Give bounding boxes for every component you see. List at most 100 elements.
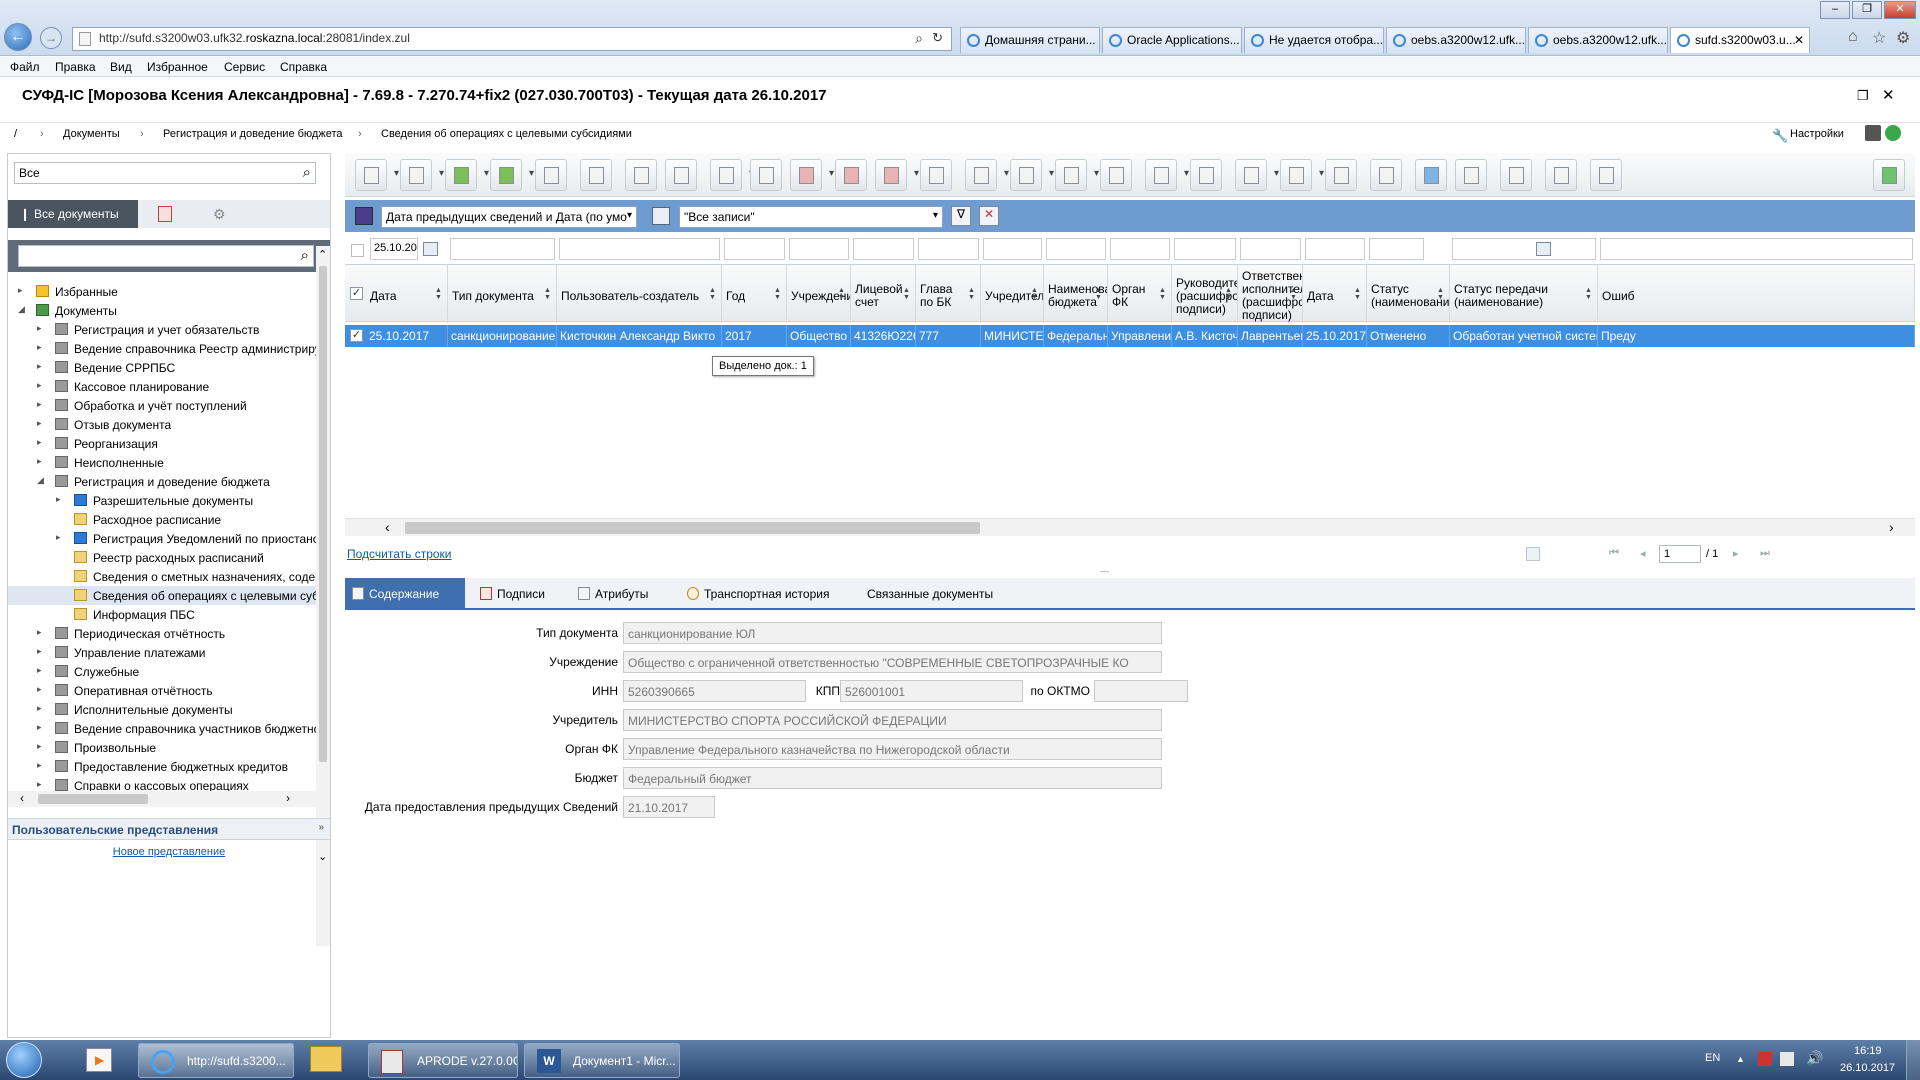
- home-icon[interactable]: ⌂: [1848, 28, 1858, 46]
- expand-arrow-icon[interactable]: ▸: [37, 418, 47, 429]
- column-header[interactable]: Глава по БК ▲▼: [916, 265, 981, 323]
- export-down-icon[interactable]: [490, 159, 534, 191]
- task-word[interactable]: W Документ1 - Micr...: [524, 1043, 680, 1078]
- close-window-button[interactable]: ✕: [1884, 1, 1916, 19]
- sort-icon[interactable]: ▲▼: [1290, 287, 1298, 301]
- filter-settings-icon[interactable]: [652, 207, 670, 225]
- unsign-icon[interactable]: [875, 159, 919, 191]
- clock-time[interactable]: 16:19: [1854, 1045, 1882, 1057]
- refresh-list-icon[interactable]: [1190, 159, 1222, 191]
- send-icon[interactable]: [965, 159, 1009, 191]
- edit-icon[interactable]: [625, 159, 657, 191]
- browser-tab-3[interactable]: Не удается отобра...: [1244, 27, 1384, 53]
- tab-transport-history[interactable]: Транспортная история: [680, 578, 839, 610]
- browser-tab-5[interactable]: oebs.a3200w12.ufk...: [1528, 27, 1668, 53]
- expand-arrow-icon[interactable]: ▸: [18, 285, 28, 296]
- tree-item[interactable]: Расходное расписание: [8, 510, 316, 529]
- column-filter-input[interactable]: [853, 238, 914, 260]
- expanded-arrow-icon[interactable]: ◢: [37, 475, 47, 486]
- restore-button[interactable]: ❐: [1852, 1, 1882, 19]
- recall-icon[interactable]: [790, 159, 834, 191]
- expand-arrow-icon[interactable]: ▸: [56, 532, 66, 543]
- column-header[interactable]: Наименование бюджета▲▼: [1044, 265, 1108, 323]
- browser-tab-4[interactable]: oebs.a3200w12.ufk...: [1386, 27, 1526, 53]
- expanded-arrow-icon[interactable]: ◢: [18, 304, 28, 315]
- menu-edit[interactable]: Правка: [55, 60, 96, 74]
- column-filter-input[interactable]: [724, 238, 785, 260]
- tree-item[interactable]: ▸ Ведение СРРПБС: [8, 358, 316, 377]
- chevron-left-icon[interactable]: ‹: [20, 791, 24, 805]
- copy-view-icon[interactable]: [710, 159, 754, 191]
- select-all-checkbox[interactable]: ✓: [350, 287, 363, 300]
- tray-arrow-icon[interactable]: ▲: [1736, 1054, 1745, 1064]
- expand-arrow-icon[interactable]: ▸: [37, 380, 47, 391]
- column-filter-input[interactable]: [1240, 238, 1301, 260]
- column-filter-input[interactable]: [450, 238, 555, 260]
- favorites-star-icon[interactable]: ☆: [1872, 28, 1886, 48]
- tab-content[interactable]: Содержание: [345, 578, 465, 610]
- close-icon[interactable]: ✕: [1882, 86, 1895, 104]
- expand-arrow-icon[interactable]: ▸: [37, 703, 47, 714]
- show-desktop-button[interactable]: [1906, 1040, 1920, 1080]
- forward-icon[interactable]: →: [40, 27, 62, 49]
- sort-icon[interactable]: ▲▼: [968, 287, 976, 301]
- gear-check-icon[interactable]: [1010, 159, 1054, 191]
- menu-file[interactable]: Файл: [10, 60, 40, 74]
- column-filter-input[interactable]: [918, 238, 979, 260]
- calendar-icon[interactable]: [423, 242, 438, 256]
- count-rows-link[interactable]: Подсчитать строки: [347, 547, 452, 561]
- tree-item[interactable]: ▸ Регистрация Уведомлений по приостано: [8, 529, 316, 548]
- tree-item[interactable]: Информация ПБС: [8, 605, 316, 624]
- import-down-icon[interactable]: [445, 159, 489, 191]
- column-header[interactable]: Дата ▲▼: [1303, 265, 1367, 323]
- table-row[interactable]: ✓25.10.2017санкционирование ЮЛКисточкин …: [345, 325, 1915, 347]
- sort-icon[interactable]: ▲▼: [1585, 287, 1593, 301]
- tree-item[interactable]: ▸ Неисполненные: [8, 453, 316, 472]
- column-header[interactable]: Лицевой счет ▲▼: [851, 265, 916, 323]
- gear-icon[interactable]: ⚙: [213, 206, 226, 223]
- expand-arrow-icon[interactable]: ▸: [37, 646, 47, 657]
- chevron-down-icon[interactable]: ▾: [933, 210, 938, 221]
- expand-arrow-icon[interactable]: ▸: [37, 361, 47, 372]
- tree-item[interactable]: ▸ Служебные: [8, 662, 316, 681]
- clock-date[interactable]: 26.10.2017: [1840, 1062, 1895, 1074]
- expand-arrow-icon[interactable]: ▸: [37, 684, 47, 695]
- tree-hscroll-thumb[interactable]: [38, 794, 148, 804]
- clip-icon[interactable]: [1055, 159, 1099, 191]
- copy-doc-icon[interactable]: [400, 159, 444, 191]
- logout-icon[interactable]: [1873, 159, 1905, 191]
- back-icon[interactable]: ←: [4, 23, 32, 51]
- settings-link[interactable]: Настройки: [1790, 128, 1844, 140]
- tree-search-input[interactable]: ⌕: [18, 245, 314, 267]
- sort-icon[interactable]: ▲▼: [774, 287, 782, 301]
- print-preview-icon[interactable]: [1145, 159, 1189, 191]
- sort-list-icon[interactable]: [355, 207, 373, 225]
- calendar-icon[interactable]: [1536, 242, 1551, 256]
- tree-item[interactable]: ▸ Предоставление бюджетных кредитов: [8, 757, 316, 776]
- sort-icon[interactable]: ▲▼: [1354, 287, 1362, 301]
- tab-signatures[interactable]: Подписи: [473, 578, 555, 610]
- restore-panel-icon[interactable]: ❐: [1857, 88, 1869, 104]
- gear-icon[interactable]: ⚙: [1896, 28, 1910, 48]
- database-icon[interactable]: [1590, 159, 1622, 191]
- printer-icon[interactable]: [1370, 159, 1402, 191]
- column-header[interactable]: Статус передачи (наименование) ▲▼: [1450, 265, 1598, 323]
- folder-filter-input[interactable]: Все ⌕: [14, 162, 316, 184]
- tree-item[interactable]: ▸ Избранные: [8, 282, 316, 301]
- column-filter-input[interactable]: [1305, 238, 1365, 260]
- breadcrumb-root[interactable]: /: [14, 128, 17, 140]
- printer-2-icon[interactable]: [1415, 159, 1447, 191]
- sort-icon[interactable]: ▲▼: [1225, 287, 1233, 301]
- tree-item[interactable]: ▸ Разрешительные документы: [8, 491, 316, 510]
- search-doc-icon[interactable]: [1455, 159, 1487, 191]
- chevron-down-icon[interactable]: ▾: [627, 210, 632, 221]
- column-header[interactable]: Ошиб: [1598, 265, 1915, 323]
- close-tab-icon[interactable]: ✕: [1794, 33, 1804, 47]
- column-filter-input[interactable]: [1046, 238, 1106, 260]
- start-button[interactable]: [6, 1042, 42, 1078]
- tree-item[interactable]: ▸ Реорганизация: [8, 434, 316, 453]
- expand-arrow-icon[interactable]: ▸: [37, 323, 47, 334]
- sort-icon[interactable]: ▲▼: [903, 287, 911, 301]
- create-doc-icon[interactable]: [355, 159, 399, 191]
- column-header[interactable]: Пользователь-создатель ▲▼: [557, 265, 722, 323]
